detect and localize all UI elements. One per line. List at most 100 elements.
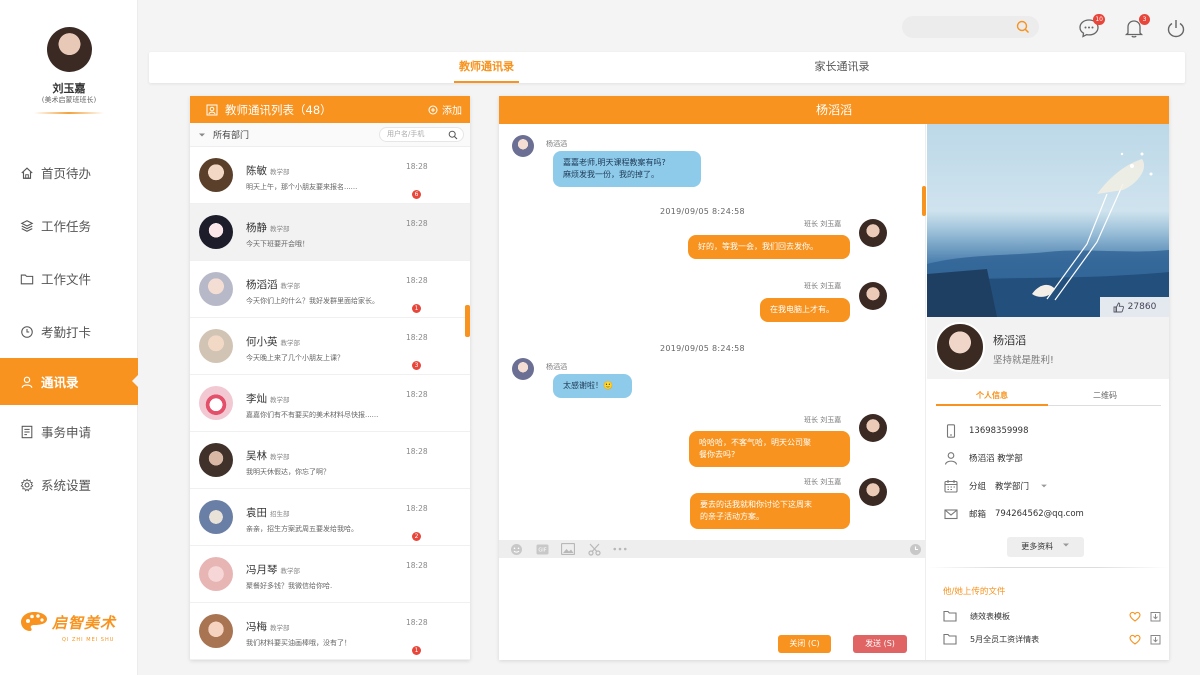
message-avatar bbox=[512, 135, 534, 157]
gif-button[interactable]: GIF bbox=[535, 542, 549, 556]
tab-parent-contacts[interactable]: 家长通讯录 bbox=[807, 52, 877, 83]
close-chat-button[interactable]: 关闭 (C) bbox=[778, 635, 831, 653]
file-item[interactable]: 5月全员工资详情表 bbox=[943, 631, 1161, 647]
message-avatar bbox=[512, 358, 534, 380]
message-line: 餐你去吗? bbox=[699, 450, 736, 459]
chat-title: 杨滔滔 bbox=[499, 96, 1169, 124]
department-dropdown[interactable]: 所有部门 bbox=[198, 128, 379, 141]
contact-last-message: 今天下班要开会哦！ bbox=[246, 240, 309, 248]
contact-item[interactable]: 冯月琴 教学部 聚餐好多钱？我微信给你哈. 18:28 bbox=[190, 546, 470, 603]
folder-icon bbox=[943, 610, 957, 622]
contact-item[interactable]: 冯梅 教学部 我们材料要买油画棒哦，没有了！ 18:28 1 bbox=[190, 603, 470, 660]
nav-item-files[interactable]: 工作文件 bbox=[0, 252, 138, 305]
department-dropdown-label: 所有部门 bbox=[213, 131, 250, 141]
tab-teacher-contacts[interactable]: 教师通讯录 bbox=[454, 52, 519, 83]
message-line: 要去的话我就和你讨论下这周末 bbox=[700, 500, 812, 509]
uploaded-files-title: 他/她上传的文件 bbox=[943, 587, 1006, 597]
emoji-icon bbox=[510, 543, 522, 555]
send-message-button[interactable]: 发送 (S) bbox=[853, 635, 907, 653]
contact-item[interactable]: 陈敏 教学部 明天上午，那个小朋友要来报名...... 18:28 6 bbox=[190, 147, 470, 204]
global-search-input[interactable] bbox=[902, 16, 1039, 38]
contact-avatar bbox=[199, 272, 233, 306]
message-sender: 杨滔滔 bbox=[546, 363, 567, 371]
group-value: 教学部门 bbox=[995, 482, 1030, 492]
email-label: 邮箱 bbox=[969, 510, 987, 520]
message-avatar bbox=[859, 478, 887, 506]
clock-icon bbox=[909, 543, 921, 555]
contact-avatar bbox=[199, 557, 233, 591]
message-line: 好的，等我一会，我们回去发你。 bbox=[698, 242, 818, 251]
contact-name: 李灿 bbox=[246, 393, 267, 405]
contact-item[interactable]: 杨滔滔 教学部 今天你们上的什么？我好发群里面给家长。 18:28 1 bbox=[190, 261, 470, 318]
contact-time: 18:28 bbox=[406, 618, 428, 627]
folder-icon bbox=[943, 633, 957, 645]
chat-panel: 杨滔滔 杨滔滔 嘉嘉老师,明天课程教案有吗? 麻烦发我一份，我的掉了。 2019/… bbox=[499, 96, 1169, 660]
contact-name: 吴林 bbox=[246, 450, 267, 462]
heart-icon[interactable] bbox=[1129, 611, 1141, 622]
tab-personal-info[interactable]: 个人信息 bbox=[936, 387, 1048, 406]
message-line: 太感谢啦！🙂 bbox=[563, 381, 613, 390]
user-avatar[interactable] bbox=[47, 27, 92, 72]
palette-logo-icon bbox=[20, 610, 48, 634]
role-underline bbox=[34, 112, 104, 114]
notifications-button[interactable]: 3 bbox=[1123, 14, 1150, 39]
home-icon bbox=[21, 166, 33, 179]
contact-item[interactable]: 李灿 教学部 嘉嘉你们有不有要买的美术材料尽快报...... 18:28 bbox=[190, 375, 470, 432]
file-item[interactable]: 绩效表模板 bbox=[943, 608, 1161, 624]
profile-name: 杨滔滔 bbox=[993, 334, 1026, 347]
nav-item-contacts[interactable]: 通讯录 bbox=[0, 358, 138, 405]
chat-scrollbar[interactable] bbox=[922, 186, 926, 216]
tab-qr-code[interactable]: 二维码 bbox=[1049, 387, 1161, 406]
unread-badge: 3 bbox=[412, 361, 421, 370]
nav-label: 首页待办 bbox=[41, 166, 92, 181]
history-button[interactable] bbox=[908, 542, 922, 556]
nav-item-settings[interactable]: 系统设置 bbox=[0, 458, 138, 511]
contact-dept: 教学部 bbox=[270, 624, 290, 632]
contact-name: 冯月琴 bbox=[246, 564, 278, 576]
contact-item[interactable]: 袁田 招生部 亲亲，招生方案武周五要发给我哈。 18:28 2 bbox=[190, 489, 470, 546]
contact-search-placeholder: 用户名/手机 bbox=[387, 130, 425, 138]
more-info-button[interactable]: 更多资料 bbox=[1007, 537, 1084, 557]
contact-avatar bbox=[199, 386, 233, 420]
message-bubble: 哈哈哈，不客气哈，明天公司聚 餐你去吗? bbox=[689, 431, 850, 467]
contact-name: 杨滔滔 bbox=[246, 279, 278, 291]
unread-badge: 1 bbox=[412, 304, 421, 313]
contact-time: 18:28 bbox=[406, 447, 428, 456]
contact-name: 袁田 bbox=[246, 507, 267, 519]
contact-dept: 教学部 bbox=[280, 339, 301, 347]
contact-avatar bbox=[199, 614, 233, 648]
emoji-button[interactable] bbox=[509, 542, 523, 556]
contact-search-input[interactable]: 用户名/手机 bbox=[379, 127, 464, 142]
message-sender: 杨滔滔 bbox=[546, 140, 567, 148]
nav-item-home[interactable]: 首页待办 bbox=[0, 146, 138, 199]
image-button[interactable] bbox=[561, 542, 575, 556]
download-icon[interactable] bbox=[1150, 611, 1161, 622]
nav-item-attendance[interactable]: 考勤打卡 bbox=[0, 305, 138, 358]
messages-button[interactable]: 10 bbox=[1078, 14, 1105, 39]
power-button[interactable] bbox=[1165, 17, 1187, 39]
message-avatar bbox=[859, 414, 887, 442]
contact-last-message: 今天你们上的什么？我好发群里面给家长。 bbox=[246, 297, 379, 305]
contact-dept: 教学部 bbox=[280, 567, 301, 575]
contact-item[interactable]: 杨静 教学部 今天下班要开会哦！ 18:28 bbox=[190, 204, 470, 261]
message-avatar bbox=[859, 219, 887, 247]
nav-label: 通讯录 bbox=[41, 375, 79, 390]
contact-item[interactable]: 吴林 教学部 我明天休假达，你忘了啊？ 18:28 bbox=[190, 432, 470, 489]
scissors-button[interactable] bbox=[587, 542, 601, 556]
add-contact-button[interactable]: 添加 bbox=[428, 102, 462, 117]
contact-item[interactable]: 何小英 教学部 今天晚上来了几个小朋友上课？ 18:28 3 bbox=[190, 318, 470, 375]
user-name: 刘玉嘉 bbox=[52, 82, 86, 95]
more-options-button[interactable] bbox=[613, 542, 627, 556]
nav-item-tasks[interactable]: 工作任务 bbox=[0, 199, 138, 252]
contact-last-message: 我们材料要买油画棒哦，没有了！ bbox=[246, 639, 351, 647]
download-icon[interactable] bbox=[1150, 634, 1161, 645]
contact-dept: 教学部 bbox=[270, 453, 290, 461]
message-bubble: 嘉嘉老师,明天课程教案有吗? 麻烦发我一份，我的掉了。 bbox=[553, 151, 701, 187]
heart-icon[interactable] bbox=[1129, 634, 1141, 645]
contact-avatar bbox=[199, 500, 233, 534]
message-line: 在我电脑上才有。 bbox=[770, 305, 834, 314]
likes-counter[interactable]: 27860 bbox=[1100, 297, 1169, 317]
profile-cover-image: 27860 bbox=[927, 124, 1169, 317]
nav-item-requests[interactable]: 事务申请 bbox=[0, 405, 138, 458]
contact-list-scrollbar[interactable] bbox=[465, 305, 470, 337]
